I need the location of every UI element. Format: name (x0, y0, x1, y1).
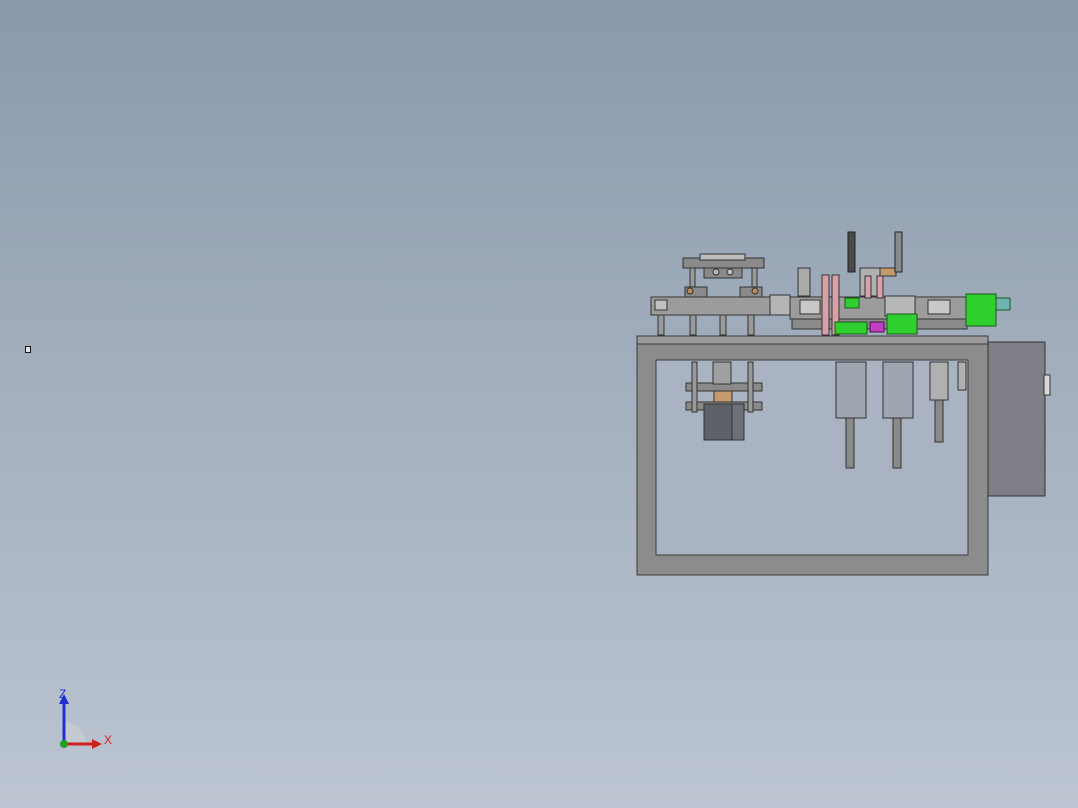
side-cabinet[interactable] (987, 341, 1051, 497)
y-axis-dot (60, 740, 68, 748)
x-axis-label: X (104, 733, 113, 747)
machine-assembly-model[interactable] (0, 0, 1078, 808)
vertical-actuators[interactable] (847, 231, 903, 273)
view-orientation-triad[interactable]: Z X (52, 686, 122, 752)
z-axis-label: Z (59, 687, 67, 701)
press-unit-upper[interactable] (650, 253, 792, 336)
cad-viewport[interactable]: Z X (0, 0, 1078, 808)
